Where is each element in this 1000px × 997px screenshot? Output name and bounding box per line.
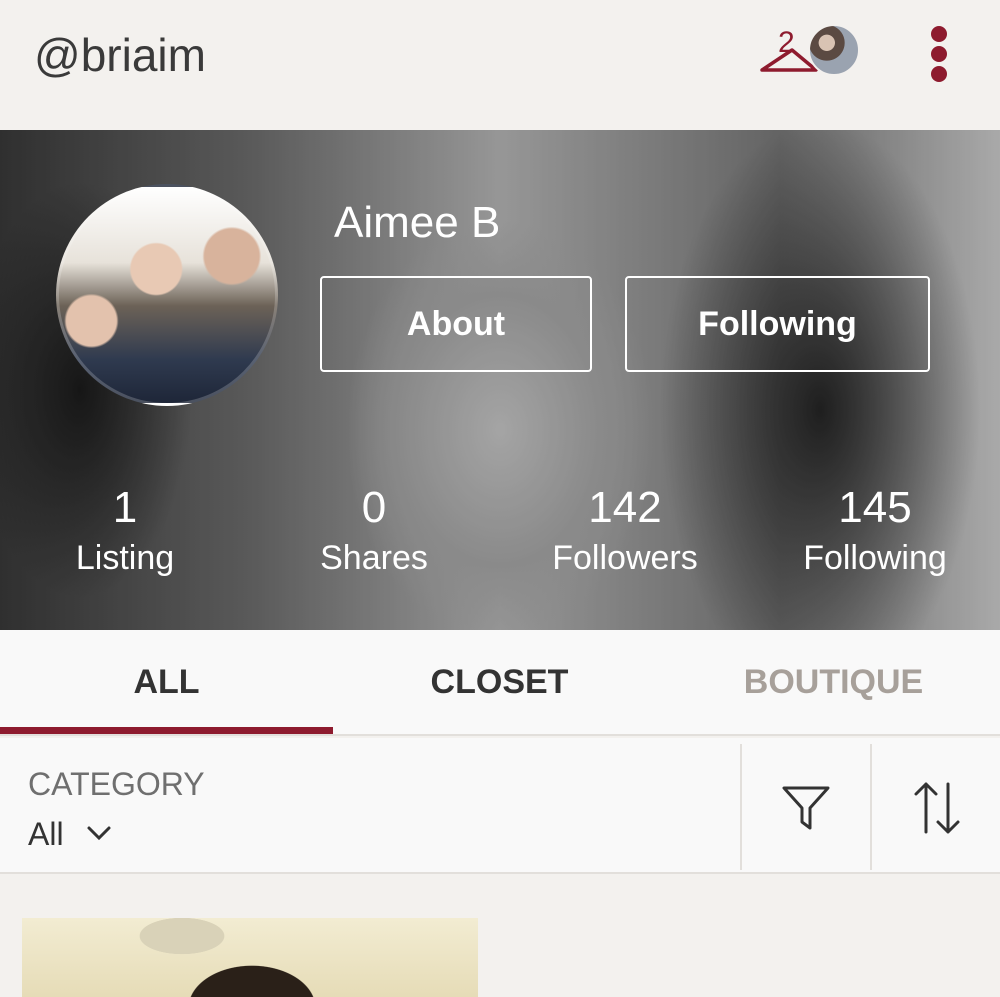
display-name: Aimee B <box>334 198 501 247</box>
stat-label: Following <box>803 539 947 577</box>
filter-bar: CATEGORY All <box>0 738 1000 874</box>
stat-followers[interactable]: 142 Followers <box>500 482 750 582</box>
divider <box>870 744 872 870</box>
chevron-down-icon[interactable] <box>86 824 112 844</box>
page-title: @briaim <box>34 29 206 81</box>
sort-icon[interactable] <box>910 780 964 836</box>
stat-listings[interactable]: 1 Listing <box>0 482 250 582</box>
category-select[interactable]: All <box>28 816 64 853</box>
stat-value: 1 <box>112 483 138 532</box>
stat-shares[interactable]: 0 Shares <box>249 482 499 582</box>
stat-value: 145 <box>838 483 912 532</box>
more-vert-icon[interactable] <box>920 24 958 84</box>
avatar-icon[interactable] <box>808 24 860 76</box>
stat-label: Listing <box>75 539 175 577</box>
stat-label: Followers <box>552 539 698 577</box>
tab-all[interactable]: ALL <box>0 630 333 734</box>
stat-value: 0 <box>361 483 387 532</box>
profile-avatar[interactable] <box>56 184 278 406</box>
stat-value: 142 <box>588 483 662 532</box>
stat-following[interactable]: 145 Following <box>750 482 1000 582</box>
profile-cover: Aimee B About Following 1 Listing 0 Shar… <box>0 130 1000 630</box>
stat-label: Shares <box>320 539 428 577</box>
following-button[interactable]: Following <box>625 276 930 372</box>
tab-boutique[interactable]: BOUTIQUE <box>667 630 1000 734</box>
filter-icon[interactable] <box>780 782 832 834</box>
divider <box>740 744 742 870</box>
listing-thumbnail[interactable] <box>22 918 478 997</box>
active-tab-indicator <box>0 727 333 734</box>
tab-closet[interactable]: CLOSET <box>333 630 666 734</box>
closet-tabs: ALL CLOSET BOUTIQUE <box>0 630 1000 736</box>
category-label: CATEGORY <box>28 766 205 802</box>
top-bar: @briaim 2 <box>0 0 1000 130</box>
about-button[interactable]: About <box>320 276 592 372</box>
